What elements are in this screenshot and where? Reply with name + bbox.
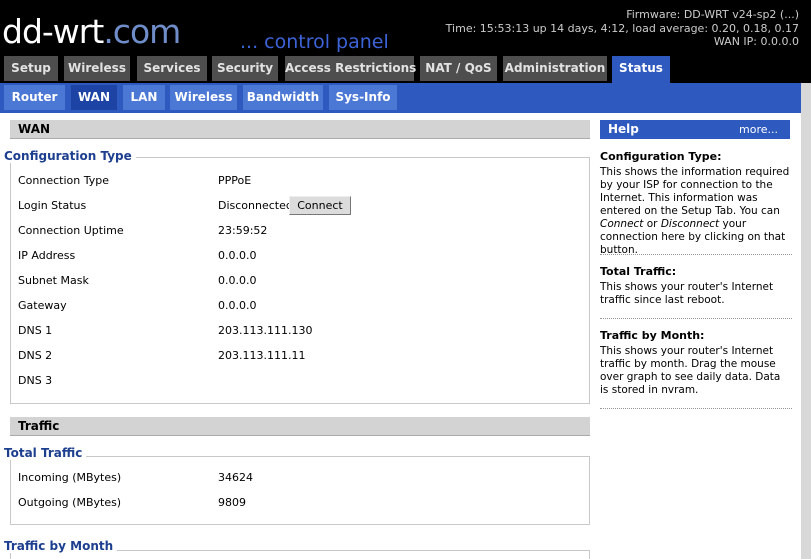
ddwrt-logo[interactable]: dd-wrt.com — [2, 12, 181, 52]
dns2-value: 203.113.111.11 — [218, 349, 306, 362]
subtab-lan[interactable]: LAN — [123, 85, 165, 110]
subtab-router[interactable]: Router — [4, 85, 65, 110]
ip-address-value: 0.0.0.0 — [218, 249, 257, 262]
help-month-text: This shows your router's Internet traffi… — [600, 345, 781, 396]
dns3-label: DNS 3 — [18, 374, 53, 387]
total-traffic-fieldset — [10, 456, 590, 525]
connection-type-value: PPPoE — [218, 174, 252, 187]
help-total-text: This shows your router's Internet traffi… — [600, 281, 774, 306]
connection-uptime-value: 23:59:52 — [218, 224, 268, 237]
help-config-title: Configuration Type: — [600, 150, 722, 163]
tab-services[interactable]: Services — [137, 56, 207, 81]
tab-access-restrictions[interactable]: Access Restrictions — [285, 56, 416, 81]
config-fieldset — [10, 157, 590, 404]
help-divider — [600, 254, 792, 255]
help-more-link[interactable]: more... — [739, 120, 778, 139]
wan-section-header: WAN — [10, 120, 590, 139]
tab-administration[interactable]: Administration — [503, 56, 607, 81]
uptime-text: Time: 15:53:13 up 14 days, 4:12, load av… — [445, 21, 799, 35]
traffic-by-month-legend: Traffic by Month — [4, 539, 118, 553]
tab-setup[interactable]: Setup — [4, 56, 58, 81]
subnet-mask-value: 0.0.0.0 — [218, 274, 257, 287]
dns1-label: DNS 1 — [18, 324, 53, 337]
subtab-sys-info[interactable]: Sys-Info — [329, 85, 397, 110]
help-config-em-connect: Connect — [600, 218, 644, 230]
tab-wireless[interactable]: Wireless — [64, 56, 130, 81]
gateway-value: 0.0.0.0 — [218, 299, 257, 312]
gateway-label: Gateway — [18, 299, 67, 312]
traffic-section-header: Traffic — [10, 417, 590, 436]
subtab-wireless[interactable]: Wireless — [170, 85, 237, 110]
help-divider — [600, 318, 792, 319]
login-status-value: Disconnected — [218, 199, 293, 212]
outgoing-label: Outgoing (MBytes) — [18, 496, 122, 509]
help-month-title: Traffic by Month: — [600, 329, 705, 342]
help-traffic-month: Traffic by Month: This shows your router… — [600, 329, 792, 397]
help-divider — [600, 408, 792, 409]
help-config-type: Configuration Type: This shows the infor… — [600, 150, 792, 257]
help-header: Help more... — [600, 120, 790, 139]
help-config-text: This shows the information required by y… — [600, 166, 792, 257]
incoming-label: Incoming (MBytes) — [18, 471, 122, 484]
logo-suffix-text: .com — [103, 12, 181, 51]
sub-nav: Router WAN LAN Wireless Bandwidth Sys-In… — [0, 83, 801, 113]
subnet-mask-label: Subnet Mask — [18, 274, 89, 287]
logo-main-text: dd-wrt — [2, 12, 104, 51]
help-total-title: Total Traffic: — [600, 265, 677, 278]
control-panel-title: ... control panel — [240, 31, 389, 53]
connection-uptime-label: Connection Uptime — [18, 224, 124, 237]
router-info: Firmware: DD-WRT v24-sp2 (...) Time: 15:… — [446, 8, 799, 49]
tab-nat-qos[interactable]: NAT / QoS — [420, 56, 497, 81]
connect-button[interactable]: Connect — [289, 196, 351, 215]
help-config-em-disconnect: Disconnect — [660, 218, 720, 230]
incoming-value: 34624 — [218, 471, 253, 484]
dns2-label: DNS 2 — [18, 349, 53, 362]
total-traffic-legend: Total Traffic — [4, 446, 87, 460]
login-status-label: Login Status — [18, 199, 87, 212]
tab-status[interactable]: Status — [612, 56, 670, 83]
help-total-traffic: Total Traffic: This shows your router's … — [600, 265, 792, 307]
subtab-wan[interactable]: WAN — [71, 85, 117, 110]
help-config-text-b: or — [643, 218, 661, 230]
help-title: Help — [608, 122, 639, 136]
connection-type-label: Connection Type — [18, 174, 110, 187]
wan-ip-text: WAN IP: 0.0.0.0 — [713, 35, 799, 48]
firmware-text: Firmware: DD-WRT v24-sp2 (...) — [626, 8, 799, 21]
ip-address-label: IP Address — [18, 249, 76, 262]
config-type-legend: Configuration Type — [4, 149, 136, 163]
help-config-text-a: This shows the information required by y… — [600, 166, 790, 217]
dns1-value: 203.113.111.130 — [218, 324, 313, 337]
scrollbar[interactable] — [801, 83, 811, 559]
outgoing-value: 9809 — [218, 496, 246, 509]
main-nav: Setup Wireless Services Security Access … — [0, 56, 811, 83]
tab-security[interactable]: Security — [212, 56, 278, 81]
subtab-bandwidth[interactable]: Bandwidth — [243, 85, 323, 110]
